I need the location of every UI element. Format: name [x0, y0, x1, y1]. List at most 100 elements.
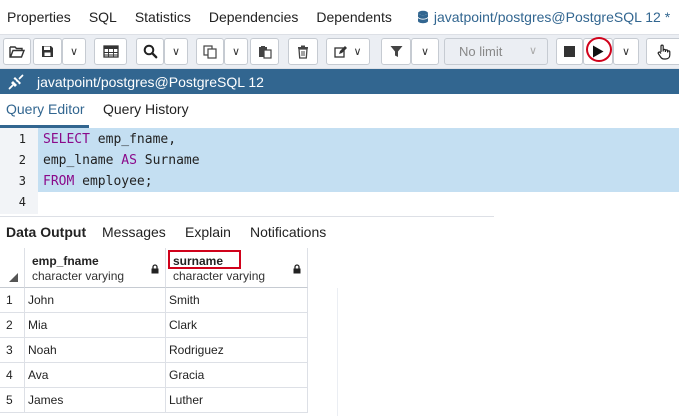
row-limit-select[interactable]: No limit ∨ — [444, 38, 548, 65]
tab-query-connection[interactable]: javatpoint/postgres@PostgreSQL 12 * — [401, 0, 679, 35]
code-line: emp_lname AS Surname — [43, 153, 200, 168]
open-file-button[interactable] — [3, 38, 31, 65]
line-number: 4 — [18, 195, 26, 209]
cell-surname[interactable]: Rodriguez — [166, 338, 308, 363]
stop-icon — [564, 46, 575, 57]
folder-open-icon — [9, 45, 25, 58]
tab-statistics[interactable]: Statistics — [126, 0, 200, 35]
row-number: 4 — [0, 363, 25, 388]
line-number-gutter: 1 2 3 4 — [0, 128, 38, 214]
search-icon — [143, 44, 158, 59]
tab-query-history[interactable]: Query History — [103, 94, 189, 128]
table-row[interactable]: 3 Noah Rodriguez — [0, 338, 308, 363]
execute-dropdown-button[interactable]: ∨ — [613, 38, 639, 65]
line-number: 1 — [18, 132, 26, 146]
cell-surname[interactable]: Luther — [166, 388, 308, 413]
sql-keyword: SELECT — [43, 132, 90, 147]
lock-icon — [293, 262, 301, 277]
connection-label: javatpoint/postgres@PostgreSQL 12 — [37, 73, 264, 90]
chevron-down-icon: ∨ — [353, 46, 362, 58]
chevron-down-icon: ∨ — [69, 46, 79, 58]
row-number: 2 — [0, 313, 25, 338]
filter-dropdown-button[interactable]: ∨ — [411, 38, 439, 65]
corner-triangle-icon — [9, 273, 18, 282]
table-row[interactable]: 4 Ava Gracia — [0, 363, 308, 388]
code-text: emp_fname, — [89, 132, 177, 147]
find-button[interactable] — [136, 38, 164, 65]
delete-button[interactable] — [288, 38, 318, 65]
filter-button[interactable] — [381, 38, 411, 65]
stop-button[interactable] — [556, 38, 583, 65]
hand-pointer-icon — [657, 44, 671, 60]
chevron-down-icon: ∨ — [621, 46, 631, 58]
cell-emp-fname[interactable]: Ava — [25, 363, 166, 388]
tab-messages[interactable]: Messages — [102, 217, 166, 249]
save-dropdown-button[interactable]: ∨ — [62, 38, 86, 65]
edit-button[interactable]: ∨ — [326, 38, 370, 65]
code-line: SELECT emp_fname, — [43, 132, 176, 147]
database-icon — [417, 10, 429, 24]
output-tab-bar: Data Output Messages Explain Notificatio… — [0, 216, 494, 248]
cell-emp-fname[interactable]: Mia — [25, 313, 166, 338]
edit-icon — [334, 45, 350, 59]
tab-dependents[interactable]: Dependents — [307, 0, 401, 35]
paste-icon — [258, 45, 272, 59]
save-button[interactable] — [33, 38, 62, 65]
code-text: Surname — [136, 153, 200, 168]
commit-button[interactable] — [646, 38, 679, 65]
tab-query-connection-label: javatpoint/postgres@PostgreSQL 12 * — [433, 8, 671, 25]
top-tab-bar: Properties SQL Statistics Dependencies D… — [0, 0, 679, 35]
paste-button[interactable] — [250, 38, 279, 65]
chevron-down-icon: ∨ — [420, 46, 430, 58]
row-number: 5 — [0, 388, 25, 413]
row-limit-value: No limit — [459, 44, 503, 59]
tab-data-output[interactable]: Data Output — [6, 217, 86, 249]
table-row[interactable]: 5 James Luther — [0, 388, 308, 413]
edit-grid-button[interactable] — [94, 38, 127, 65]
code-text: emp_lname — [43, 153, 122, 168]
copy-button[interactable] — [196, 38, 224, 65]
connection-status-icon[interactable] — [0, 73, 32, 91]
cell-emp-fname[interactable]: James — [25, 388, 166, 413]
sql-editor[interactable]: 1 2 3 4 SELECT emp_fname, emp_lname AS S… — [0, 128, 679, 214]
line-number: 2 — [18, 153, 26, 167]
editor-tab-bar: Query Editor Query History — [0, 94, 679, 128]
cell-emp-fname[interactable]: Noah — [25, 338, 166, 363]
copy-dropdown-button[interactable]: ∨ — [224, 38, 248, 65]
surname-highlight-box — [168, 250, 241, 269]
cell-emp-fname[interactable]: John — [25, 288, 166, 313]
trash-icon — [297, 45, 309, 59]
tab-dependencies[interactable]: Dependencies — [200, 0, 308, 35]
column-name: emp_fname — [32, 254, 99, 268]
chevron-down-icon: ∨ — [231, 46, 241, 58]
connection-bar: javatpoint/postgres@PostgreSQL 12 — [0, 69, 679, 94]
floppy-disk-icon — [41, 45, 54, 58]
copy-icon — [203, 44, 217, 59]
result-grid: emp_fname character varying surname char… — [0, 248, 337, 416]
tab-properties[interactable]: Properties — [0, 0, 80, 35]
column-type: character varying — [32, 269, 125, 283]
column-header-emp-fname[interactable]: emp_fname character varying — [25, 248, 166, 288]
tab-notifications[interactable]: Notifications — [250, 217, 326, 249]
select-all-corner[interactable] — [0, 248, 25, 288]
tab-query-editor[interactable]: Query Editor — [0, 94, 89, 128]
column-type: character varying — [173, 269, 266, 283]
row-number: 1 — [0, 288, 25, 313]
table-icon — [102, 45, 119, 58]
code-text: employee; — [74, 174, 153, 189]
table-row[interactable]: 1 John Smith — [0, 288, 308, 313]
cell-surname[interactable]: Gracia — [166, 363, 308, 388]
chevron-down-icon: ∨ — [528, 45, 537, 57]
cell-surname[interactable]: Smith — [166, 288, 308, 313]
cell-surname[interactable]: Clark — [166, 313, 308, 338]
sql-keyword: FROM — [43, 174, 75, 189]
execute-highlight-circle — [586, 37, 612, 62]
find-dropdown-button[interactable]: ∨ — [164, 38, 188, 65]
tab-sql[interactable]: SQL — [80, 0, 126, 35]
table-row[interactable]: 2 Mia Clark — [0, 313, 308, 338]
chevron-down-icon: ∨ — [171, 46, 181, 58]
filter-icon — [390, 45, 403, 58]
sql-keyword: AS — [121, 153, 137, 168]
query-toolbar: ∨ ∨ ∨ ∨ ∨ No limit ∨ ∨ — [0, 35, 679, 69]
tab-explain[interactable]: Explain — [185, 217, 231, 249]
